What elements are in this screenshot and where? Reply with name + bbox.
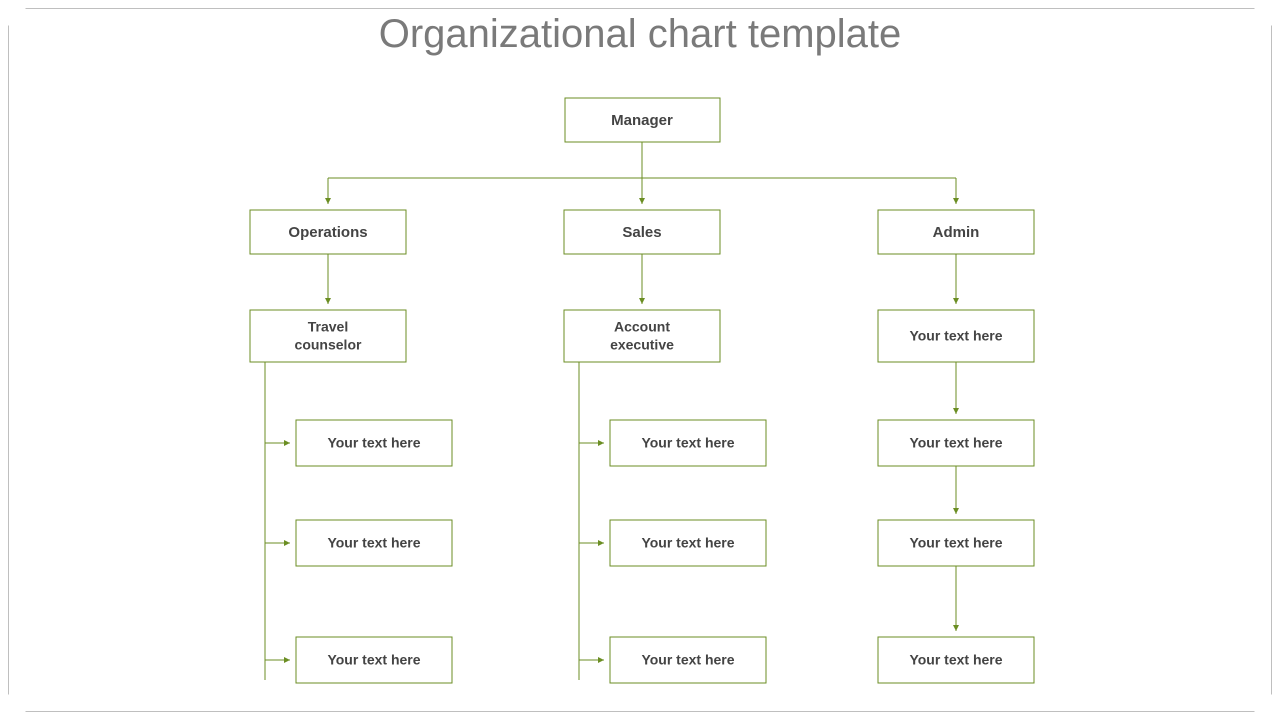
node-account-executive-label-2: executive [610, 337, 674, 353]
node-admin-label: Admin [933, 224, 980, 241]
node-travel-counselor-label-2: counselor [295, 337, 362, 353]
node-travel-counselor-label-1: Travel [308, 319, 348, 335]
node-admin-child-2-label: Your text here [909, 535, 1002, 551]
node-manager-label: Manager [611, 112, 673, 129]
node-admin-child-1-label: Your text here [909, 435, 1002, 451]
node-ops-child-2-label: Your text here [327, 535, 420, 551]
node-operations-label: Operations [288, 224, 367, 241]
node-admin-child-3-label: Your text here [909, 652, 1002, 668]
node-ops-child-1-label: Your text here [327, 435, 420, 451]
node-ops-child-3-label: Your text here [327, 652, 420, 668]
node-account-executive-label-1: Account [614, 319, 670, 335]
node-sales-child-1-label: Your text here [641, 435, 734, 451]
node-sales-child-2-label: Your text here [641, 535, 734, 551]
node-admin-role-label: Your text here [909, 328, 1002, 344]
node-sales-child-3-label: Your text here [641, 652, 734, 668]
org-chart: Manager Operations Sales Admin Travel co… [0, 0, 1280, 720]
node-sales-label: Sales [622, 224, 661, 241]
